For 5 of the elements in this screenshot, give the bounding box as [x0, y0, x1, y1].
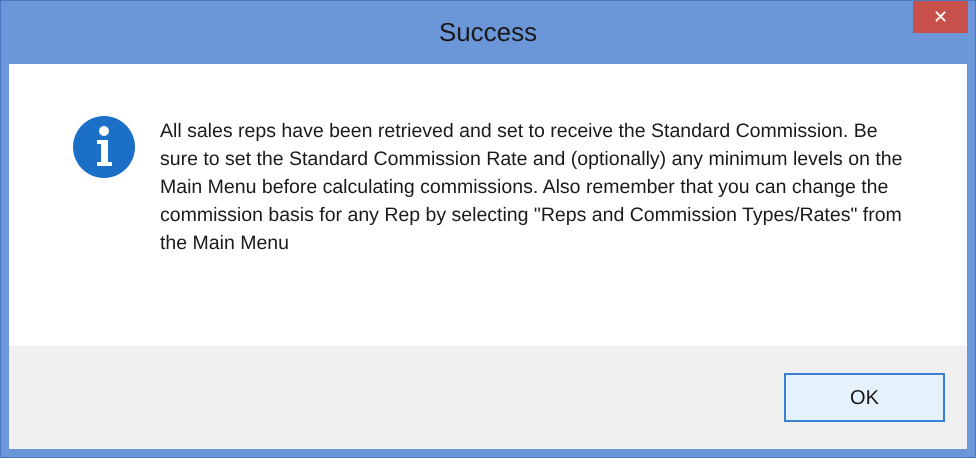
close-button[interactable]: ✕	[913, 1, 968, 33]
message-text: All sales reps have been retrieved and set to receive the Standard Commission. Be sure to set the Standard Commission Rate and (optionally) any minimum levels on the Main Menu before calculating commissions. Also remember that you can change the commission basis for any Rep by selecting "Reps and Commission Types/Rates" from the Main Menu	[160, 119, 904, 256]
info-icon	[73, 116, 135, 178]
window-title: Success	[438, 16, 538, 49]
ok-button[interactable]: OK	[784, 373, 945, 422]
